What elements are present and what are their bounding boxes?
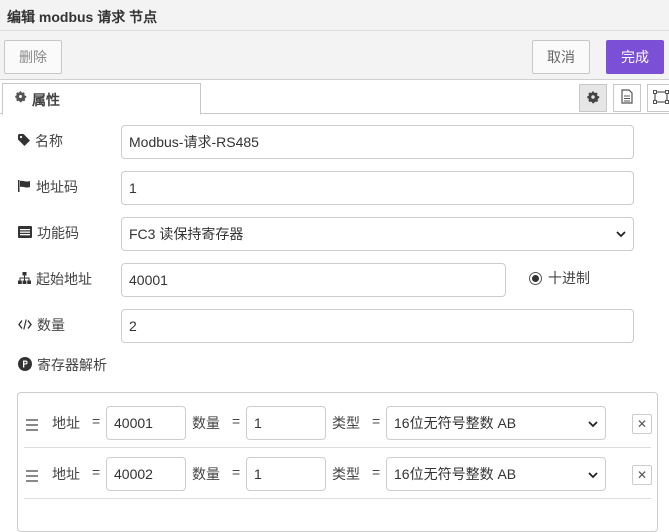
row-quantity-label: 数量 <box>192 466 220 482</box>
close-icon: ✕ <box>636 417 648 431</box>
row-type-select[interactable]: 16位无符号整数 AB <box>386 457 606 491</box>
tab-properties-label: 属性 <box>32 92 60 108</box>
equals-sign: = <box>92 413 101 429</box>
row-type-select[interactable]: 16位无符号整数 AB <box>386 406 606 440</box>
code-icon <box>18 317 32 333</box>
row-quantity-input[interactable]: 1 <box>246 406 326 440</box>
drag-handle-icon[interactable] <box>26 470 38 485</box>
register-parse-label: 寄存器解析 <box>18 355 107 375</box>
done-button[interactable]: 完成 <box>606 40 664 74</box>
start-address-input[interactable]: 40001 <box>121 263 506 297</box>
p-circle-icon <box>18 356 32 374</box>
equals-sign: = <box>372 413 381 429</box>
sitemap-icon <box>18 271 31 287</box>
row-address-input[interactable]: 40002 <box>106 457 186 491</box>
remove-row-button[interactable]: ✕ <box>632 465 652 485</box>
remove-row-button[interactable]: ✕ <box>632 414 652 434</box>
list-item: 地址 = 40002 数量 = 1 类型 = 16位无符号整数 AB ✕ <box>18 449 657 499</box>
dialog-title: 编辑 modbus 请求 节点 <box>0 0 669 31</box>
function-label: 功能码 <box>18 223 79 243</box>
row-address-label: 地址 <box>52 415 80 431</box>
register-list: 地址 = 40001 数量 = 1 类型 = 16位无符号整数 AB ✕ 地址 … <box>17 392 658 532</box>
list-item: 地址 = 40001 数量 = 1 类型 = 16位无符号整数 AB ✕ <box>18 398 657 448</box>
equals-sign: = <box>372 464 381 480</box>
tab-appearance[interactable] <box>647 84 669 112</box>
cancel-button[interactable]: 取消 <box>532 40 590 74</box>
frame-icon <box>653 89 669 107</box>
flag-icon <box>18 179 31 195</box>
row-address-input[interactable]: 40001 <box>106 406 186 440</box>
tab-description[interactable] <box>613 84 641 112</box>
tab-properties[interactable]: 属性 <box>2 83 201 115</box>
chevron-down-icon <box>588 466 598 482</box>
function-select[interactable]: FC3 读保持寄存器 <box>121 217 634 251</box>
close-icon: ✕ <box>636 468 648 482</box>
chevron-down-icon <box>616 227 626 241</box>
chevron-down-icon <box>588 415 598 431</box>
list-icon <box>18 225 32 241</box>
delete-button[interactable]: 删除 <box>4 40 62 74</box>
row-quantity-input[interactable]: 1 <box>246 457 326 491</box>
quantity-input[interactable]: 2 <box>121 309 634 343</box>
address-input[interactable]: 1 <box>121 171 634 205</box>
tab-settings[interactable] <box>579 84 607 112</box>
equals-sign: = <box>232 413 241 429</box>
row-type-label: 类型 <box>332 466 360 482</box>
decimal-radio[interactable]: 十进制 <box>529 268 590 288</box>
address-label: 地址码 <box>18 177 78 197</box>
tab-bar: 属性 <box>0 80 669 115</box>
document-icon <box>621 89 633 107</box>
gear-icon <box>586 90 600 107</box>
gear-icon <box>14 90 27 106</box>
equals-sign: = <box>232 464 241 480</box>
row-address-label: 地址 <box>52 466 80 482</box>
name-input[interactable]: Modbus-请求-RS485 <box>121 125 634 159</box>
row-quantity-label: 数量 <box>192 415 220 431</box>
equals-sign: = <box>92 464 101 480</box>
dialog-toolbar: 删除 取消 完成 <box>0 31 669 80</box>
name-label: 名称 <box>18 131 63 151</box>
row-type-label: 类型 <box>332 415 360 431</box>
drag-handle-icon[interactable] <box>26 419 38 434</box>
quantity-label: 数量 <box>18 315 65 335</box>
decimal-radio-label: 十进制 <box>548 270 590 286</box>
start-address-label: 起始地址 <box>18 269 92 289</box>
tag-icon <box>18 133 30 149</box>
